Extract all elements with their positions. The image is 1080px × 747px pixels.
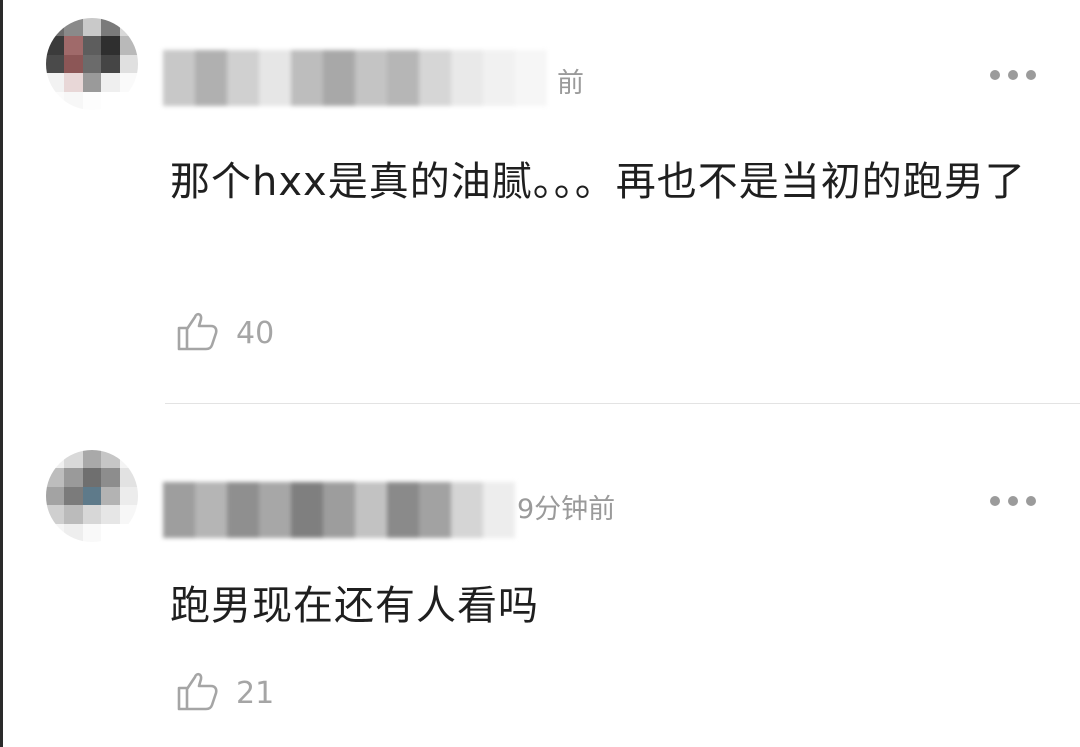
thumbs-up-icon[interactable]	[175, 668, 219, 712]
username-blurred[interactable]	[163, 482, 515, 538]
comment-time: 9分钟前	[517, 494, 616, 525]
comment-time: 前	[557, 68, 584, 99]
comment-text: 跑男现在还有人看吗	[170, 583, 539, 629]
avatar[interactable]	[46, 450, 138, 542]
like-count: 21	[236, 676, 275, 711]
screen-edge	[0, 0, 3, 747]
thumbs-up-icon[interactable]	[175, 308, 219, 352]
more-options-button[interactable]	[990, 69, 1036, 81]
more-horizontal-icon	[990, 496, 1000, 506]
username-blurred[interactable]	[163, 50, 547, 106]
like-count: 40	[236, 316, 275, 351]
comment-divider	[165, 403, 1080, 404]
avatar[interactable]	[46, 18, 138, 110]
more-horizontal-icon	[990, 70, 1000, 80]
comment-text: 那个hxx是真的油腻。。。再也不是当初的跑男了	[170, 159, 1026, 205]
more-options-button[interactable]	[990, 495, 1036, 507]
